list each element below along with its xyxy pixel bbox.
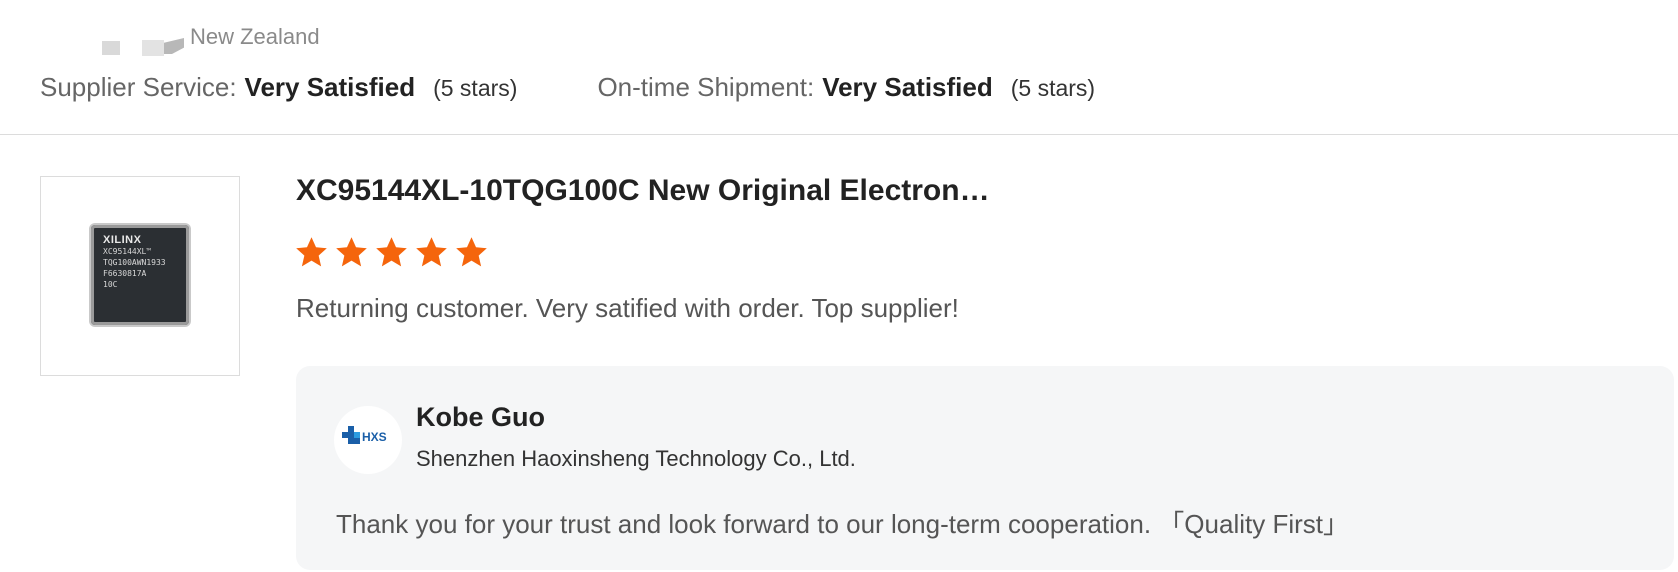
star-icon	[416, 237, 447, 267]
supplier-service-stars: (5 stars)	[433, 75, 518, 101]
star-icon	[376, 237, 407, 267]
ratings-summary: Supplier Service: Very Satisfied (5 star…	[40, 72, 1095, 103]
supplier-service-label: Supplier Service:	[40, 72, 237, 102]
star-icon	[456, 237, 487, 267]
star-icon	[296, 237, 327, 267]
ontime-shipment-label: On-time Shipment:	[597, 72, 815, 102]
seller-logo-text: HXS	[362, 430, 387, 444]
reply-text: Thank you for your trust and look forwar…	[336, 509, 1349, 539]
ontime-shipment-stars: (5 stars)	[1010, 75, 1096, 101]
chip-marking-text: XC95144XL™ TQG100AWN1933 F6630817A 10C	[103, 247, 166, 289]
seller-company: Shenzhen Haoxinsheng Technology Co., Ltd…	[416, 446, 856, 471]
review-text: Returning customer. Very satified with o…	[296, 293, 959, 323]
product-title[interactable]: XC95144XL-10TQG100C New Original Electro…	[296, 174, 990, 208]
ontime-shipment-value: Very Satisfied	[822, 72, 993, 102]
reviewer-country: New Zealand	[190, 24, 320, 49]
chip-logo-text: XILINX	[103, 234, 142, 246]
section-divider	[0, 134, 1678, 135]
reviewer-row	[98, 24, 198, 58]
reviewer-avatar-blurred	[98, 24, 198, 64]
seller-name: Kobe Guo	[416, 402, 545, 432]
supplier-service-value: Very Satisfied	[244, 72, 416, 102]
seller-logo: HXS	[334, 406, 402, 474]
chip-image: XILINX XC95144XL™ TQG100AWN1933 F6630817…	[91, 225, 189, 325]
product-thumbnail[interactable]: XILINX XC95144XL™ TQG100AWN1933 F6630817…	[40, 176, 240, 376]
star-rating	[294, 235, 489, 270]
star-icon	[336, 237, 367, 267]
supplier-reply-box: HXS Kobe Guo Shenzhen Haoxinsheng Techno…	[296, 366, 1674, 570]
